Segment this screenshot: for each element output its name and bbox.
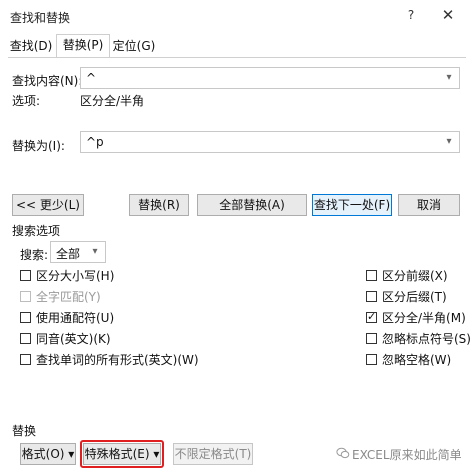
sounds-like-checkbox[interactable]	[20, 333, 31, 344]
find-combo[interactable]: ^ ▾	[80, 67, 460, 89]
cancel-button[interactable]: 取消	[398, 194, 460, 216]
replace-label: 替换为(I):	[12, 139, 65, 153]
window-title: 查找和替换	[10, 11, 71, 25]
tab-find[interactable]: 查找(D)	[8, 36, 54, 57]
whole-word-checkbox	[20, 291, 31, 302]
checkmark-icon: ✓	[367, 310, 377, 323]
ignore-whitespace-label: 忽略空格(W)	[382, 353, 452, 367]
ignore-punctuation-checkbox[interactable]	[366, 333, 377, 344]
chevron-down-icon[interactable]: ▾	[443, 136, 455, 148]
chevron-down-icon[interactable]: ▾	[443, 72, 455, 84]
watermark-text: EXCEL原来如此简单	[352, 448, 462, 462]
match-suffix-checkbox[interactable]	[366, 291, 377, 302]
wildcards-checkbox[interactable]	[20, 312, 31, 323]
search-direction-select[interactable]: 全部 ▾	[50, 241, 106, 263]
options-label: 选项:	[12, 94, 41, 108]
find-input[interactable]: ^	[86, 71, 96, 85]
replace-all-button[interactable]: 全部替换(A)	[197, 194, 307, 216]
replace-button[interactable]: 替换(R)	[129, 194, 189, 216]
find-next-button[interactable]: 查找下一处(F)	[312, 194, 392, 216]
ignore-whitespace-checkbox[interactable]	[366, 354, 377, 365]
match-width-checkbox[interactable]: ✓	[366, 310, 377, 323]
replace-input[interactable]: ^p	[86, 135, 104, 149]
match-case-label: 区分大小写(H)	[36, 269, 115, 283]
no-formatting-button: 不限定格式(T)	[173, 443, 253, 465]
match-prefix-checkbox[interactable]	[366, 270, 377, 281]
search-direction-value: 全部	[56, 247, 81, 261]
format-button[interactable]: 格式(O) ▾	[20, 443, 76, 465]
wechat-icon	[336, 446, 350, 460]
find-label: 查找内容(N):	[12, 74, 83, 88]
match-width-label: 区分全/半角(M)	[382, 311, 466, 325]
all-word-forms-label: 查找单词的所有形式(英文)(W)	[36, 353, 199, 367]
special-format-button[interactable]: 特殊格式(E) ▾	[83, 443, 161, 465]
sounds-like-label: 同音(英文)(K)	[36, 332, 111, 346]
close-icon[interactable]: ✕	[438, 6, 458, 26]
help-icon[interactable]: ?	[402, 8, 420, 26]
whole-word-label: 全字匹配(Y)	[36, 290, 101, 304]
replace-combo[interactable]: ^p ▾	[80, 131, 460, 153]
replace-section-heading: 替换	[12, 424, 37, 438]
tab-goto[interactable]: 定位(G)	[110, 36, 158, 57]
tab-replace[interactable]: 替换(P)	[56, 34, 110, 57]
search-direction-label: 搜索:	[20, 248, 49, 262]
chevron-down-icon[interactable]: ▾	[89, 246, 101, 258]
match-case-checkbox[interactable]	[20, 270, 31, 281]
tab-strip: 查找(D) 替换(P) 定位(G)	[8, 34, 466, 57]
options-value: 区分全/半角	[80, 94, 145, 108]
less-button[interactable]: << 更少(L)	[12, 194, 84, 216]
tab-divider	[8, 57, 466, 58]
match-suffix-label: 区分后缀(T)	[382, 290, 447, 304]
match-prefix-label: 区分前缀(X)	[382, 269, 448, 283]
ignore-punctuation-label: 忽略标点符号(S)	[382, 332, 471, 346]
search-options-heading: 搜索选项	[12, 224, 61, 238]
wildcards-label: 使用通配符(U)	[36, 311, 115, 325]
all-word-forms-checkbox[interactable]	[20, 354, 31, 365]
